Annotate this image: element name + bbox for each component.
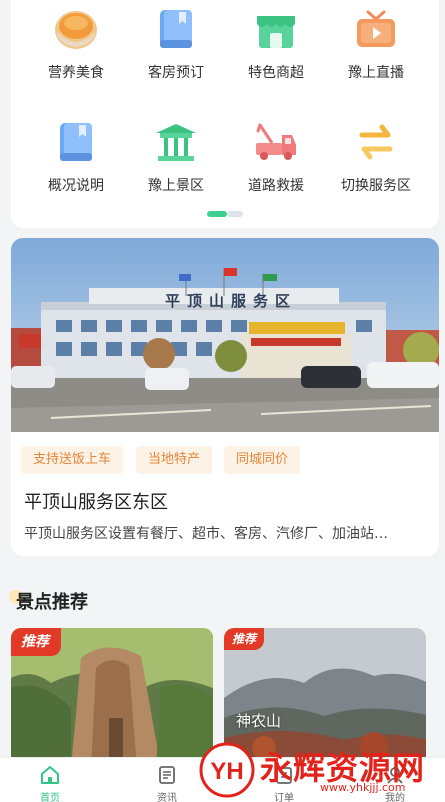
grid-item-switch[interactable]: 切换服务区 xyxy=(326,113,426,203)
service-area-photo xyxy=(11,238,439,432)
grid-item-scenic[interactable]: 豫上景区 xyxy=(126,113,226,203)
switch-arrows-icon xyxy=(359,124,393,160)
tab-home[interactable]: 首页 xyxy=(0,758,100,802)
grid-label: 营养美食 xyxy=(48,65,104,81)
recommend-badge: 推荐 xyxy=(11,628,61,656)
room-booking-icon xyxy=(160,10,192,48)
grid-item-store[interactable]: 特色商超 xyxy=(226,0,326,90)
page-indicator-active xyxy=(207,211,227,217)
watermark: YH 永辉资源网 www.yhkjjj.com xyxy=(198,741,428,801)
watermark-logo-text: YH xyxy=(210,758,243,785)
home-icon xyxy=(41,766,59,784)
service-area-photo-sign: 平顶山服务区 xyxy=(164,292,297,310)
info-book-icon xyxy=(60,123,92,161)
grid-item-live[interactable]: 豫上直播 xyxy=(326,0,426,90)
scenic-card[interactable]: 推荐 xyxy=(11,628,213,768)
recommend-badge: 推荐 xyxy=(224,628,265,650)
grid-item-rescue[interactable]: 道路救援 xyxy=(226,113,326,203)
grid-label: 特色商超 xyxy=(248,65,304,81)
grid-label: 客房预订 xyxy=(148,65,204,81)
grid-label: 豫上直播 xyxy=(348,65,404,81)
pavilion-icon xyxy=(156,124,196,161)
tv-live-icon xyxy=(357,10,395,47)
service-area-card[interactable]: 平顶山服务区 支持送饭上车 当地特产 同城同价 平顶山服务区东区 平顶山服务区设… xyxy=(11,238,439,556)
tag-meal-delivery: 支持送饭上车 xyxy=(21,446,124,474)
grid-item-room[interactable]: 客房预订 xyxy=(126,0,226,90)
grid-item-overview[interactable]: 概况说明 xyxy=(26,113,126,203)
watermark-logo: YH xyxy=(199,742,255,798)
service-area-description: 平顶山服务区设置有餐厅、超市、客房、汽修厂、加油站… xyxy=(24,526,388,542)
grid-label: 豫上景区 xyxy=(148,178,204,194)
service-grid: 营养美食 客房预订 特色商超 豫上直播 概况说明 豫上景区 道路救援 切换服务区 xyxy=(11,0,439,228)
page-indicator-inactive xyxy=(227,211,243,217)
food-bowl-icon xyxy=(55,11,97,49)
scenic-section-title: 景点推荐 xyxy=(16,592,88,613)
grid-label: 道路救援 xyxy=(248,178,304,194)
tab-label: 首页 xyxy=(40,793,60,802)
grid-label: 概况说明 xyxy=(48,178,104,194)
scenic-name: 神农山 xyxy=(236,712,282,730)
grid-label: 切换服务区 xyxy=(341,178,411,194)
tag-local-specialty: 当地特产 xyxy=(136,446,213,474)
watermark-url: www.yhkjjj.com xyxy=(320,781,406,794)
tow-truck-icon xyxy=(256,123,296,160)
service-area-title: 平顶山服务区东区 xyxy=(24,492,168,513)
store-icon xyxy=(257,16,295,48)
news-icon xyxy=(159,766,175,784)
tag-same-price: 同城同价 xyxy=(224,446,301,474)
grid-item-food[interactable]: 营养美食 xyxy=(26,0,126,90)
